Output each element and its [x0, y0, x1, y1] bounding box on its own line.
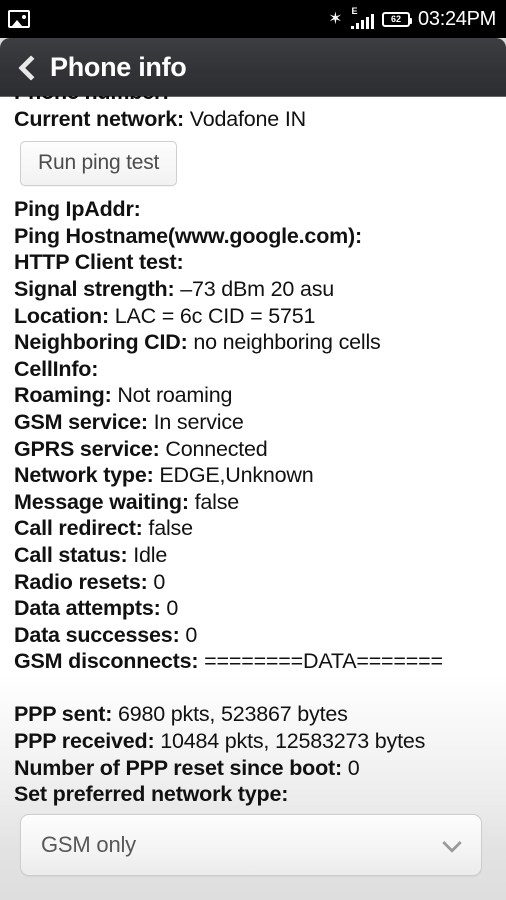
status-bar-system: ✶ E 62 03:24PM — [328, 6, 496, 31]
info-line: PPP received: 10484 pkts, 12583273 bytes — [14, 728, 492, 755]
info-label: Ping IpAddr: — [14, 197, 141, 222]
info-label: Data attempts: — [14, 596, 161, 621]
info-value: Idle — [133, 542, 168, 567]
info-label: Neighboring CID: — [14, 330, 188, 355]
info-line: Phone number: — [14, 96, 492, 106]
info-line: Current network: Vodafone IN — [14, 106, 492, 133]
info-value: 10484 pkts, 12583273 bytes — [160, 729, 426, 754]
signal-bars-icon: E — [350, 6, 375, 29]
info-label: GSM disconnects: — [14, 649, 199, 674]
info-line: GSM service: In service — [14, 409, 492, 436]
info-value: –73 dBm 20 asu — [180, 276, 335, 301]
info-value: 0 — [153, 569, 166, 594]
info-label: Signal strength: — [14, 276, 175, 301]
info-label: Set preferred network type: — [14, 782, 289, 807]
scroll-container: Phone number: Current network: Vodafone … — [0, 96, 506, 876]
info-label: GPRS service: — [14, 436, 160, 461]
info-value: ========DATA======= — [204, 649, 443, 674]
info-value: false — [148, 516, 193, 541]
signal-bar — [350, 26, 355, 29]
info-value: no neighboring cells — [193, 330, 381, 355]
info-label: PPP received: — [14, 729, 155, 754]
info-label: HTTP Client test: — [14, 250, 184, 275]
status-bar-notifications — [8, 10, 30, 28]
content-area[interactable]: Phone number: Current network: Vodafone … — [0, 96, 506, 900]
title-bar: Phone info — [0, 38, 506, 96]
info-value: 0 — [185, 622, 198, 647]
info-line: Location: LAC = 6c CID = 5751 — [14, 303, 492, 330]
info-label: Roaming: — [14, 383, 112, 408]
chevron-down-icon — [443, 836, 461, 854]
battery-icon: 62 — [382, 11, 413, 27]
info-label: Current network: — [14, 106, 185, 131]
info-value: 0 — [166, 596, 179, 621]
info-label: Call redirect: — [14, 516, 143, 541]
info-value: Vodafone IN — [189, 106, 306, 131]
info-line: GPRS service: Connected — [14, 436, 492, 463]
preferred-network-type-row: GSM only — [14, 808, 492, 876]
signal-bar — [360, 20, 365, 29]
info-line: Roaming: Not roaming — [14, 382, 492, 409]
info-value: EDGE,Unknown — [159, 463, 314, 488]
info-line: Neighboring CID: no neighboring cells — [14, 329, 492, 356]
info-line: CellInfo: — [14, 356, 492, 383]
preferred-network-type-select[interactable]: GSM only — [20, 813, 482, 876]
info-label: Data successes: — [14, 622, 180, 647]
battery-level: 62 — [391, 13, 402, 24]
signal-bar — [370, 14, 375, 29]
info-value: 0 — [347, 755, 360, 780]
info-value: 6980 pkts, 523867 bytes — [117, 702, 348, 727]
info-label: Message waiting: — [14, 489, 189, 514]
info-line: Call redirect: false — [14, 515, 492, 542]
bluetooth-icon: ✶ — [328, 8, 343, 29]
info-line: Number of PPP reset since boot: 0 — [14, 755, 492, 782]
info-line: HTTP Client test: — [14, 249, 492, 276]
info-label: GSM service: — [14, 409, 148, 434]
info-label: Phone number: — [14, 96, 169, 104]
info-line: Radio resets: 0 — [14, 569, 492, 596]
preferred-network-type-value: GSM only — [41, 831, 136, 857]
info-line: Set preferred network type: — [14, 781, 492, 808]
info-line: Ping Hostname(www.google.com): — [14, 223, 492, 250]
signal-bar — [355, 23, 360, 29]
info-line: Ping IpAddr: — [14, 196, 492, 223]
page-title: Phone info — [50, 51, 187, 82]
info-label: Call status: — [14, 542, 128, 567]
info-line: PPP sent: 6980 pkts, 523867 bytes — [14, 701, 492, 728]
signal-bar — [365, 17, 370, 29]
info-line: Message waiting: false — [14, 489, 492, 516]
ping-button-row: Run ping test — [14, 132, 492, 196]
info-line: Signal strength: –73 dBm 20 asu — [14, 276, 492, 303]
info-label: Location: — [14, 303, 109, 328]
info-line: Data successes: 0 — [14, 622, 492, 649]
info-value: In service — [153, 409, 244, 434]
info-label: CellInfo: — [14, 356, 99, 381]
photo-icon — [8, 10, 30, 28]
back-chevron-icon[interactable] — [16, 57, 36, 77]
info-value: Connected — [165, 436, 268, 461]
network-type-tag: E — [351, 6, 358, 16]
info-line: GSM disconnects: ========DATA======= — [14, 648, 492, 675]
info-label: Number of PPP reset since boot: — [14, 755, 342, 780]
info-label: Radio resets: — [14, 569, 148, 594]
info-line: Call status: Idle — [14, 542, 492, 569]
phone-screen: ✶ E 62 03:24PM Phone info Phone number: — [0, 0, 506, 900]
info-line: Network type: EDGE,Unknown — [14, 462, 492, 489]
status-bar-clock: 03:24PM — [418, 7, 496, 30]
info-value: false — [194, 489, 240, 514]
run-ping-test-button[interactable]: Run ping test — [20, 141, 178, 187]
status-bar: ✶ E 62 03:24PM — [0, 0, 506, 38]
info-value: LAC = 6c CID = 5751 — [114, 303, 316, 328]
info-label: PPP sent: — [14, 702, 113, 727]
info-line: Data attempts: 0 — [14, 595, 492, 622]
info-label: Ping Hostname(www.google.com): — [14, 223, 362, 248]
info-value: Not roaming — [117, 383, 233, 408]
info-label: Network type: — [14, 463, 154, 488]
